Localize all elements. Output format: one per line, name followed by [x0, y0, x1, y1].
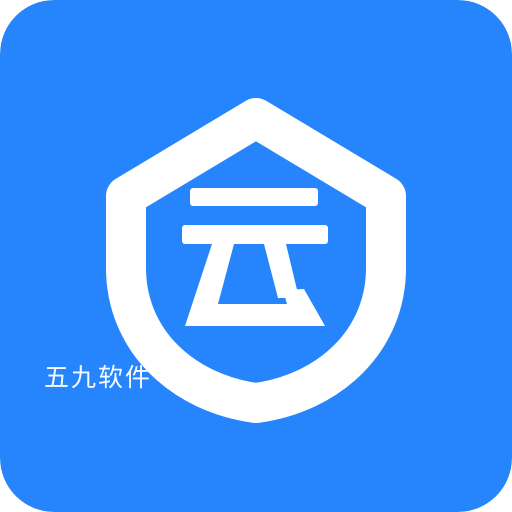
app-icon-graphic [0, 0, 512, 512]
app-icon: 五九软件 [0, 0, 512, 512]
watermark-text: 五九软件 [44, 363, 153, 392]
glyph-middle-bar [182, 225, 328, 244]
glyph-top-bar [190, 188, 318, 206]
icon-background [0, 0, 512, 512]
